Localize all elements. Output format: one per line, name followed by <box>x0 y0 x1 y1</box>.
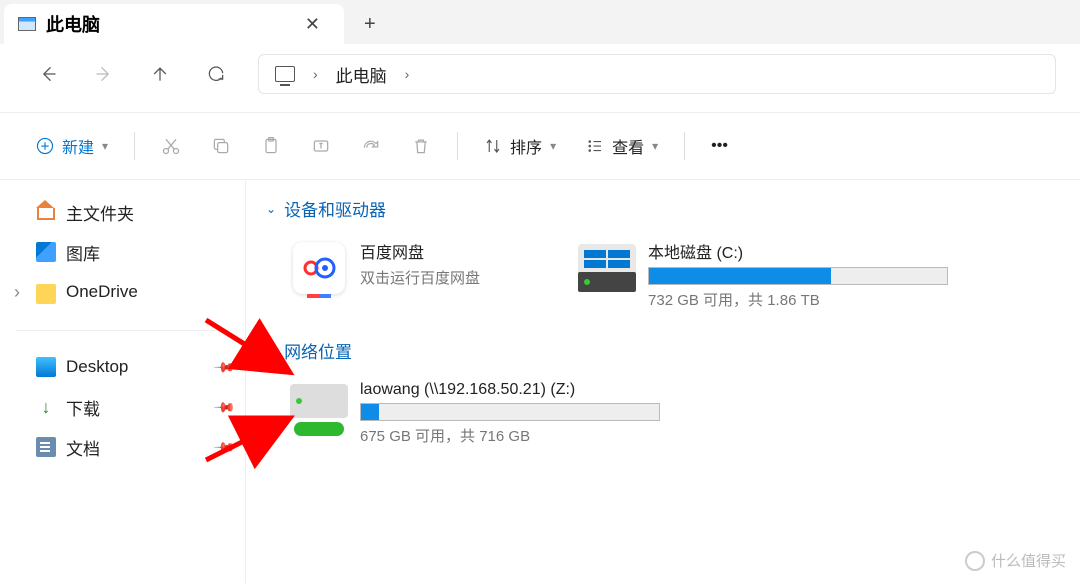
chevron-right-icon: › <box>313 66 318 82</box>
main-panel: ⌄ 设备和驱动器 百度网盘 双击运行百度网盘 <box>246 180 1080 583</box>
back-button[interactable] <box>24 54 72 94</box>
tab-title: 此电脑 <box>46 11 289 37</box>
pc-icon <box>275 66 295 82</box>
cut-button[interactable] <box>149 126 193 166</box>
sidebar-item-downloads[interactable]: ↓ 下载 📌 <box>0 387 245 427</box>
baidu-icon <box>293 242 345 294</box>
forward-button[interactable] <box>80 54 128 94</box>
sidebar-label: Desktop <box>66 357 128 377</box>
watermark: 什么值得买 <box>965 550 1066 571</box>
home-icon <box>36 202 56 222</box>
sidebar-item-desktop[interactable]: Desktop 📌 <box>0 347 245 387</box>
sidebar-label: 主文件夹 <box>66 200 134 225</box>
pin-icon: 📌 <box>212 395 236 419</box>
chevron-down-icon: ⌄ <box>266 344 276 358</box>
paste-button[interactable] <box>249 126 293 166</box>
separator <box>16 330 229 331</box>
desktop-icon <box>36 357 56 377</box>
separator <box>134 132 135 160</box>
chevron-down-icon: ▾ <box>102 139 108 153</box>
pin-icon: 📌 <box>212 355 236 379</box>
sidebar-item-gallery[interactable]: 图库 <box>0 232 245 272</box>
tab-strip: 此电脑 ✕ + <box>0 0 1080 44</box>
sort-button[interactable]: 排序 ▾ <box>472 126 568 166</box>
sidebar-item-onedrive[interactable]: OneDrive <box>0 272 245 312</box>
view-button[interactable]: 查看 ▾ <box>574 126 670 166</box>
more-button[interactable]: ••• <box>699 126 740 166</box>
chevron-right-icon: › <box>405 66 410 82</box>
new-label: 新建 <box>62 134 94 158</box>
tab-this-pc[interactable]: 此电脑 ✕ <box>4 4 344 44</box>
item-name: 百度网盘 <box>360 239 480 263</box>
rename-button[interactable] <box>299 126 343 166</box>
new-tab-button[interactable]: + <box>344 4 396 44</box>
item-status: 675 GB 可用，共 716 GB <box>360 425 660 446</box>
document-icon <box>36 437 56 457</box>
watermark-icon <box>965 551 985 571</box>
separator <box>457 132 458 160</box>
item-cdisk[interactable]: 本地磁盘 (C:) 732 GB 可用，共 1.86 TB <box>574 235 952 314</box>
section-label: 设备和驱动器 <box>284 196 386 221</box>
chevron-down-icon: ▾ <box>652 139 658 153</box>
disk-icon <box>578 244 636 292</box>
disk-usage-bar <box>360 403 660 421</box>
monitor-icon <box>18 17 36 31</box>
disk-usage-bar <box>648 267 948 285</box>
breadcrumb-current[interactable]: 此电脑 <box>336 62 387 87</box>
separator <box>684 132 685 160</box>
gallery-icon <box>36 242 56 262</box>
close-icon[interactable]: ✕ <box>299 14 326 35</box>
chevron-down-icon: ⌄ <box>266 202 276 216</box>
view-label: 查看 <box>612 134 644 158</box>
sidebar-label: 图库 <box>66 240 100 265</box>
toolbar: 新建 ▾ 排序 ▾ 查看 ▾ ••• <box>0 112 1080 180</box>
folder-icon <box>36 284 56 304</box>
item-status: 732 GB 可用，共 1.86 TB <box>648 289 948 310</box>
network-drive-icon <box>290 384 348 436</box>
sidebar: 主文件夹 图库 OneDrive Desktop 📌 ↓ 下载 📌 <box>0 180 246 583</box>
copy-button[interactable] <box>199 126 243 166</box>
sidebar-label: OneDrive <box>66 282 138 302</box>
sidebar-label: 文档 <box>66 435 100 460</box>
sidebar-item-home[interactable]: 主文件夹 <box>0 192 245 232</box>
sidebar-label: 下载 <box>66 395 100 420</box>
download-icon: ↓ <box>36 397 56 417</box>
watermark-text: 什么值得买 <box>991 550 1066 571</box>
item-name: laowang (\\192.168.50.21) (Z:) <box>360 381 660 399</box>
sort-label: 排序 <box>510 134 542 158</box>
item-sub: 双击运行百度网盘 <box>360 267 480 288</box>
nav-bar: › 此电脑 › <box>0 44 1080 104</box>
item-zdisk[interactable]: laowang (\\192.168.50.21) (Z:) 675 GB 可用… <box>286 377 664 450</box>
section-devices[interactable]: ⌄ 设备和驱动器 <box>266 192 1060 225</box>
section-label: 网络位置 <box>284 338 352 363</box>
item-baidu[interactable]: 百度网盘 双击运行百度网盘 <box>286 235 484 314</box>
pin-icon: 📌 <box>212 435 236 459</box>
up-button[interactable] <box>136 54 184 94</box>
item-name: 本地磁盘 (C:) <box>648 239 948 263</box>
section-network[interactable]: ⌄ 网络位置 <box>266 334 1060 367</box>
content-area: 主文件夹 图库 OneDrive Desktop 📌 ↓ 下载 📌 <box>0 180 1080 583</box>
sidebar-item-documents[interactable]: 文档 📌 <box>0 427 245 467</box>
address-bar[interactable]: › 此电脑 › <box>258 54 1056 94</box>
new-button[interactable]: 新建 ▾ <box>24 126 120 166</box>
chevron-down-icon: ▾ <box>550 139 556 153</box>
refresh-button[interactable] <box>192 54 240 94</box>
delete-button[interactable] <box>399 126 443 166</box>
share-button[interactable] <box>349 126 393 166</box>
